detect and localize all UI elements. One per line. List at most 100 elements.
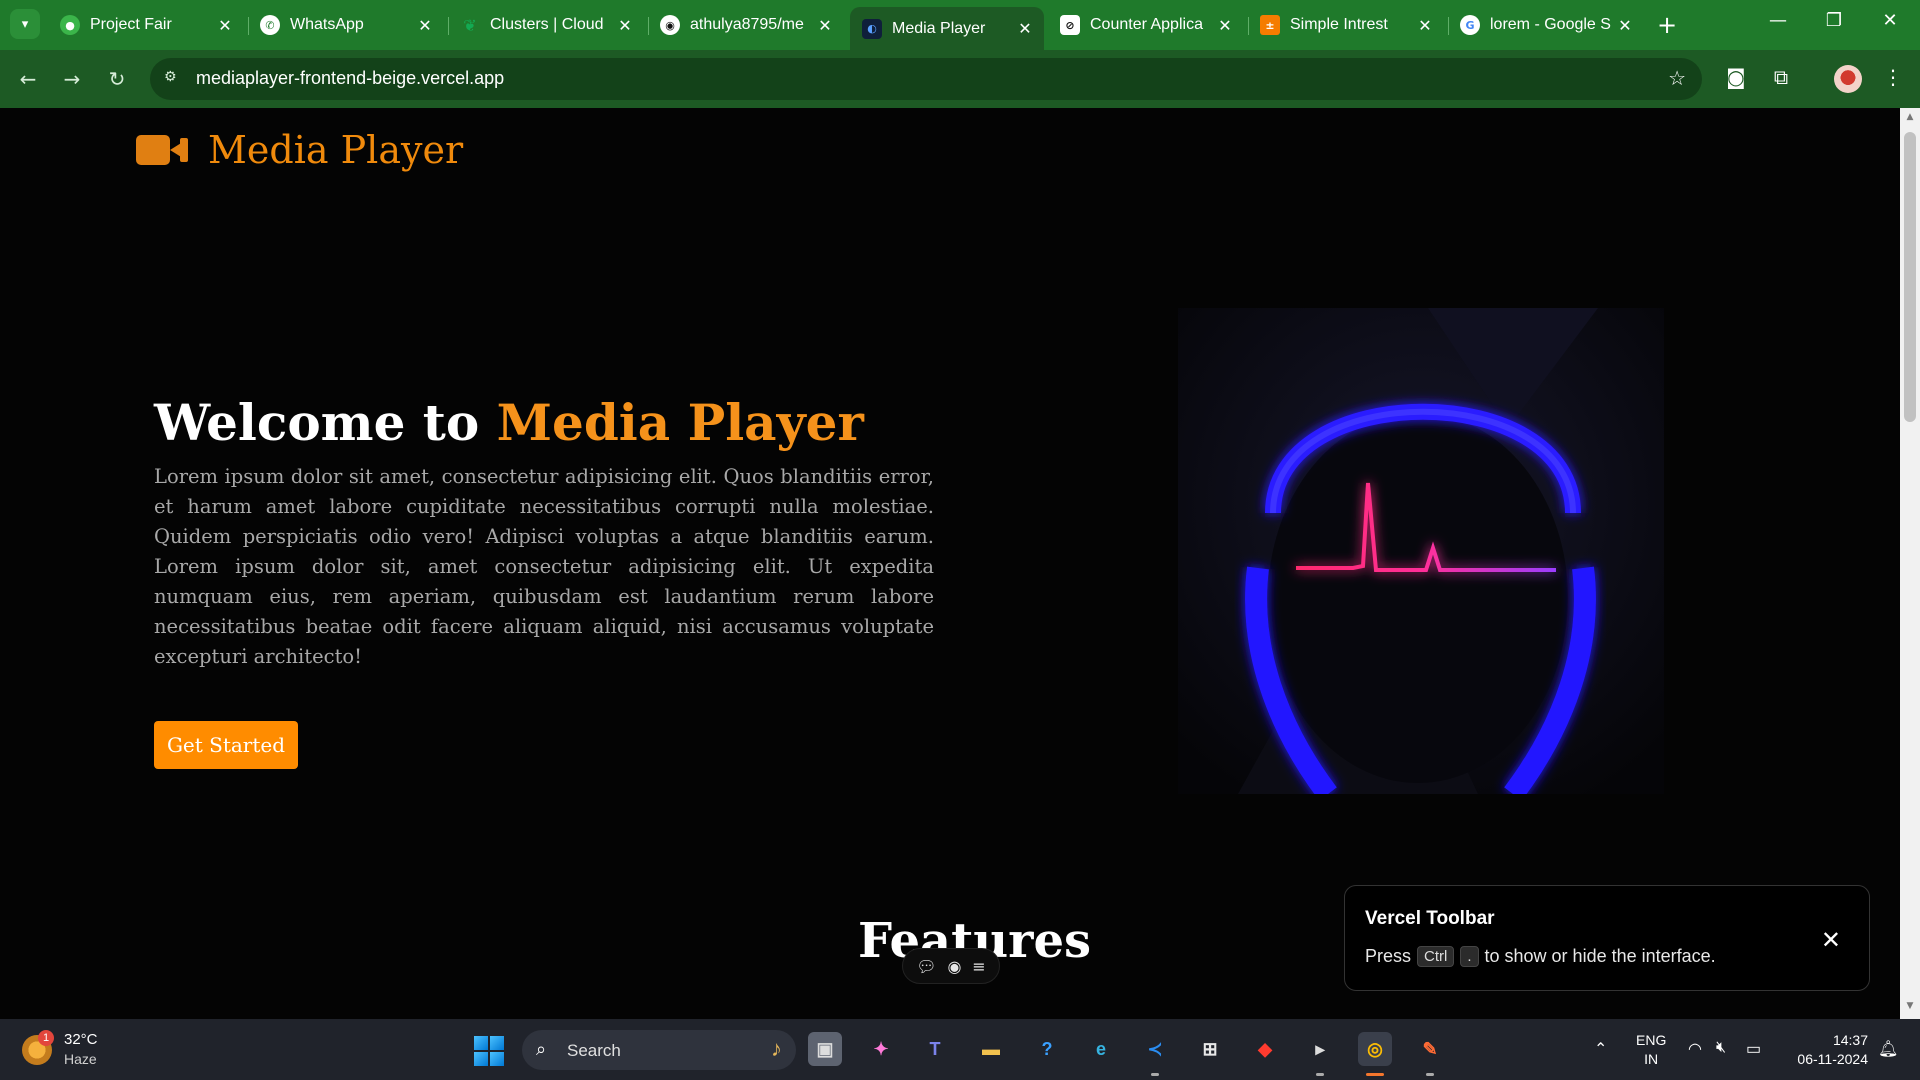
search-highlight-icon: ♪ bbox=[771, 1036, 782, 1061]
whatsapp-icon: ✆ bbox=[260, 15, 280, 35]
hero-title-accent: Media Player bbox=[496, 393, 864, 452]
tab-github[interactable]: ◉ athulya8795/me ✕ bbox=[648, 7, 844, 43]
minimize-icon[interactable]: — bbox=[1758, 10, 1798, 31]
back-arrow-icon[interactable]: ← bbox=[14, 65, 42, 93]
close-tab-icon[interactable]: ✕ bbox=[1014, 19, 1036, 38]
extensions-puzzle-icon[interactable]: ⧉ bbox=[1766, 65, 1796, 89]
windows-start-icon[interactable] bbox=[474, 1036, 504, 1066]
tab-media-player[interactable]: ◐ Media Player ✕ bbox=[850, 7, 1044, 50]
hero-description: Lorem ipsum dolor sit amet, consectetur … bbox=[154, 465, 934, 668]
file-explorer-icon[interactable]: ▬ bbox=[974, 1032, 1008, 1066]
counter-app-favicon: ⊘ bbox=[1060, 15, 1080, 35]
vercel-msg-suffix: to show or hide the interface. bbox=[1484, 946, 1716, 966]
vercel-mini-toolbar[interactable]: 💬︎ ◉ ≡ bbox=[902, 948, 1000, 984]
task-view-icon[interactable]: ▣ bbox=[808, 1032, 842, 1066]
help-icon[interactable]: ? bbox=[1030, 1032, 1064, 1066]
notification-bell-icon[interactable]: 🔔︎ bbox=[1878, 1039, 1898, 1059]
clock-date: 06-11-2024 bbox=[1797, 1051, 1868, 1067]
search-label: Search bbox=[567, 1041, 621, 1060]
system-clock[interactable]: 14:37 06-11-2024 bbox=[1786, 1031, 1868, 1069]
kbd-ctrl: Ctrl bbox=[1417, 946, 1455, 967]
menu-icon[interactable]: ≡ bbox=[972, 957, 985, 976]
restore-icon[interactable]: ❐ bbox=[1814, 10, 1854, 31]
chrome-icon[interactable]: ◎ bbox=[1358, 1032, 1392, 1066]
active-indicator bbox=[1366, 1073, 1384, 1076]
scroll-up-arrow-icon[interactable]: ▲ bbox=[1904, 112, 1916, 124]
vercel-toolbar-toast: Vercel Toolbar Press Ctrl . to show or h… bbox=[1344, 885, 1870, 991]
tab-title: Clusters | Cloud bbox=[490, 16, 604, 33]
copilot-icon[interactable]: ✦ bbox=[864, 1032, 898, 1066]
media-player-favicon: ◐ bbox=[862, 18, 882, 39]
git-icon[interactable]: ◆ bbox=[1248, 1032, 1282, 1066]
page-scrollbar[interactable]: ▲ ▼ bbox=[1900, 108, 1920, 1019]
forward-arrow-icon[interactable]: → bbox=[58, 65, 86, 93]
tab-title: Simple Intrest bbox=[1290, 16, 1388, 33]
eye-icon[interactable]: ◉ bbox=[947, 957, 961, 976]
vercel-msg-prefix: Press bbox=[1365, 946, 1412, 966]
close-tab-icon[interactable]: ✕ bbox=[814, 16, 836, 35]
windows-taskbar: 1 32°C Haze ⌕ Search ♪ ▣ ✦ T ▬ ? e ≺ ⊞ ◆… bbox=[0, 1019, 1920, 1080]
bookmark-star-icon[interactable]: ☆ bbox=[1668, 66, 1686, 90]
tab-whatsapp[interactable]: ✆ WhatsApp ✕ bbox=[248, 7, 444, 43]
terminal-icon[interactable]: ▸ bbox=[1303, 1032, 1337, 1066]
tab-title: lorem - Google S bbox=[1490, 16, 1611, 33]
tab-simple-interest[interactable]: ± Simple Intrest ✕ bbox=[1248, 7, 1444, 43]
new-tab-plus-icon[interactable]: + bbox=[1652, 11, 1682, 39]
browser-toolbar: ← → ↻ ⚙ mediaplayer-frontend-beige.verce… bbox=[0, 50, 1920, 108]
vscode-icon[interactable]: ≺ bbox=[1138, 1032, 1172, 1066]
close-tab-icon[interactable]: ✕ bbox=[614, 16, 636, 35]
teams-icon[interactable]: T bbox=[918, 1032, 952, 1066]
postman-icon[interactable]: ✎ bbox=[1413, 1032, 1447, 1066]
brand-name: Media Player bbox=[208, 128, 464, 172]
close-tab-icon[interactable]: ✕ bbox=[214, 16, 236, 35]
screen-capture-icon[interactable]: ◙ bbox=[1721, 65, 1751, 89]
headphones-heartbeat-illustration bbox=[1178, 308, 1664, 794]
simple-interest-favicon: ± bbox=[1260, 15, 1280, 35]
tab-title: Counter Applica bbox=[1090, 16, 1203, 33]
profile-avatar[interactable] bbox=[1834, 65, 1862, 93]
site-settings-icon[interactable]: ⚙ bbox=[164, 69, 184, 89]
microsoft-store-icon[interactable]: ⊞ bbox=[1193, 1032, 1227, 1066]
tab-title: WhatsApp bbox=[290, 16, 364, 33]
edge-icon[interactable]: e bbox=[1084, 1032, 1118, 1066]
reload-icon[interactable]: ↻ bbox=[103, 65, 131, 93]
weather-temperature[interactable]: 32°C bbox=[64, 1031, 98, 1048]
battery-icon[interactable]: ▭ bbox=[1746, 1039, 1761, 1059]
language-indicator[interactable]: ENG IN bbox=[1636, 1031, 1666, 1069]
address-url[interactable]: mediaplayer-frontend-beige.vercel.app bbox=[196, 68, 504, 89]
tab-counter-application[interactable]: ⊘ Counter Applica ✕ bbox=[1048, 7, 1244, 43]
show-hidden-icons-chevron-icon[interactable]: ⌃ bbox=[1594, 1039, 1607, 1059]
address-bar[interactable]: ⚙ mediaplayer-frontend-beige.vercel.app … bbox=[150, 58, 1702, 100]
scrollbar-thumb[interactable] bbox=[1904, 132, 1916, 422]
tab-title: Media Player bbox=[892, 19, 986, 37]
google-icon: G bbox=[1460, 15, 1480, 35]
get-started-button[interactable]: Get Started bbox=[154, 721, 298, 769]
tab-google-search[interactable]: G lorem - Google S ✕ bbox=[1448, 7, 1644, 43]
close-tab-icon[interactable]: ✕ bbox=[1214, 16, 1236, 35]
close-icon[interactable]: ✕ bbox=[1821, 926, 1841, 955]
weather-badge: 1 bbox=[38, 1030, 54, 1046]
close-window-icon[interactable]: ✕ bbox=[1870, 10, 1910, 31]
clock-time: 14:37 bbox=[1832, 1032, 1868, 1048]
tab-search-chevron-icon[interactable]: ▾ bbox=[10, 9, 40, 39]
close-tab-icon[interactable]: ✕ bbox=[1414, 16, 1436, 35]
scroll-down-arrow-icon[interactable]: ▼ bbox=[1904, 1001, 1916, 1013]
tab-clusters-cloud[interactable]: ❦ Clusters | Cloud ✕ bbox=[448, 7, 644, 43]
hero-title-prefix: Welcome to bbox=[154, 393, 480, 452]
tab-title: athulya8795/me bbox=[690, 16, 804, 33]
taskbar-search[interactable]: ⌕ Search ♪ bbox=[522, 1030, 796, 1070]
more-menu-icon[interactable]: ⋮ bbox=[1878, 65, 1908, 89]
tab-project-fair[interactable]: ● Project Fair ✕ bbox=[48, 7, 244, 43]
hero-title: Welcome to Media Player bbox=[154, 393, 864, 452]
video-camera-icon bbox=[136, 134, 188, 166]
kbd-period: . bbox=[1460, 946, 1479, 967]
wifi-icon[interactable]: ◠ bbox=[1688, 1039, 1702, 1059]
weather-condition[interactable]: Haze bbox=[64, 1051, 97, 1067]
brand-logo[interactable]: Media Player bbox=[136, 128, 463, 172]
close-tab-icon[interactable]: ✕ bbox=[414, 16, 436, 35]
close-tab-icon[interactable]: ✕ bbox=[1614, 16, 1636, 35]
running-indicator bbox=[1426, 1073, 1434, 1076]
speaker-muted-icon[interactable]: 🔇︎ bbox=[1716, 1039, 1726, 1057]
tab-title: Project Fair bbox=[90, 16, 172, 33]
comment-icon[interactable]: 💬︎ bbox=[916, 957, 936, 976]
